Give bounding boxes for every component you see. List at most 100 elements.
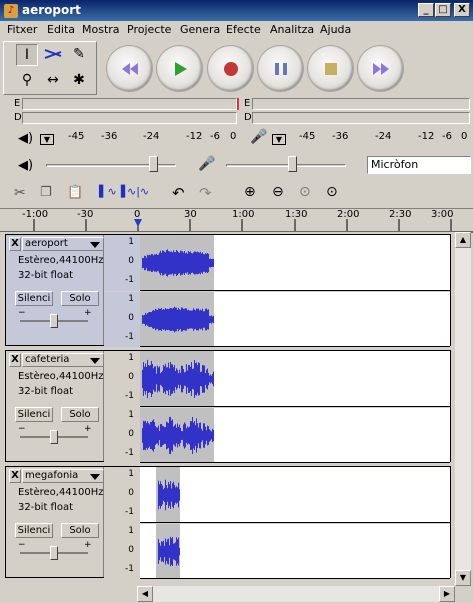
solo-button[interactable]: Solo (61, 407, 99, 422)
tools-toolbar: I ✎ ⚲ ↔ ✱ (3, 41, 97, 95)
track-aeroport[interactable]: X aeroport Estèreo,44100Hz 32-bit float … (5, 234, 451, 347)
microphone-icon[interactable]: 🎤 (250, 129, 267, 145)
silence-icon[interactable]: ∿|∿ (127, 185, 149, 198)
trim-icon[interactable]: ▌∿▐ (99, 185, 125, 198)
vertical-scrollbar[interactable]: ▲ ▼ (455, 232, 471, 586)
vertical-ruler: 1 0 -1 (104, 467, 140, 523)
menu-bar: Fitxer Edita Mostra Projecte Genera Efec… (0, 21, 473, 40)
play-scale-tick: -45 (68, 131, 85, 142)
waveform-channel-right[interactable] (140, 524, 450, 579)
skip-end-button[interactable] (358, 46, 403, 91)
vruler-tick: -1 (125, 507, 134, 517)
mute-button[interactable]: Silenci (15, 291, 53, 306)
record-button[interactable] (208, 46, 253, 91)
menu-mostra[interactable]: Mostra (82, 23, 120, 36)
track-close-button[interactable]: X (9, 353, 21, 367)
play-scale-tick: -12 (186, 131, 203, 142)
fit-project-icon[interactable]: ⊙ (326, 184, 338, 200)
redo-icon[interactable]: ↷ (199, 184, 212, 202)
timeline-tick-label: -1:00 (22, 209, 49, 220)
cut-icon[interactable]: ✂ (14, 185, 26, 201)
timeline-tick-label: 0 (134, 209, 141, 220)
vruler-tick: 1 (128, 353, 134, 363)
menu-edita[interactable]: Edita (47, 23, 75, 36)
track-name-menu[interactable]: megafonia (22, 469, 104, 483)
scroll-left-icon[interactable]: ◀ (137, 586, 153, 602)
play-button[interactable] (157, 46, 202, 91)
track-cafeteria[interactable]: X cafeteria Estèreo,44100Hz 32-bit float… (5, 350, 451, 463)
rec-meter-menu-icon[interactable]: ▼ (272, 134, 286, 145)
play-scale-tick: 0 (230, 131, 237, 142)
close-button[interactable]: X (454, 3, 470, 17)
selection-tool-icon[interactable]: I (16, 44, 38, 66)
waveform-channel-right[interactable] (140, 292, 450, 347)
timeshift-tool-icon[interactable]: ↔ (42, 70, 64, 92)
track-name-menu[interactable]: cafeteria (22, 353, 104, 367)
vertical-ruler: 1 0 -1 (104, 235, 140, 291)
mixer-toolbar: ◀) 🎤 Micròfon (0, 152, 473, 180)
envelope-tool-icon[interactable] (42, 44, 64, 66)
pause-button[interactable] (258, 46, 303, 91)
menu-ajuda[interactable]: Ajuda (320, 23, 351, 36)
play-meter-right-label: D (14, 112, 22, 123)
vruler-tick: 0 (128, 256, 134, 266)
maximize-button[interactable]: □ (435, 3, 451, 17)
scroll-down-icon[interactable]: ▼ (455, 570, 471, 586)
draw-tool-icon[interactable]: ✎ (68, 44, 90, 66)
vruler-tick: -1 (125, 332, 134, 342)
mute-button[interactable]: Silenci (15, 407, 53, 422)
multi-tool-icon[interactable]: ✱ (68, 70, 90, 92)
menu-analitza[interactable]: Analitza (270, 23, 314, 36)
track-control-panel[interactable]: X cafeteria Estèreo,44100Hz 32-bit float… (6, 351, 104, 461)
track-close-button[interactable]: X (9, 237, 21, 251)
minimize-button[interactable]: _ (418, 3, 434, 17)
track-bits: 32-bit float (18, 502, 74, 513)
scroll-right-icon[interactable]: ▶ (439, 586, 455, 602)
horizontal-scrollbar[interactable]: ◀ ▶ (137, 586, 455, 602)
input-source-select[interactable]: Micròfon (367, 156, 471, 174)
solo-button[interactable]: Solo (61, 523, 99, 538)
waveform-channel-left[interactable] (140, 235, 450, 291)
menu-efecte[interactable]: Efecte (226, 23, 261, 36)
copy-icon[interactable]: ❐ (40, 185, 52, 200)
menu-projecte[interactable]: Projecte (127, 23, 171, 36)
scroll-up-icon[interactable]: ▲ (455, 232, 471, 248)
vruler-tick: 0 (128, 488, 134, 498)
waveform-channel-right[interactable] (140, 408, 450, 463)
track-close-button[interactable]: X (9, 469, 21, 483)
track-format: Estèreo,44100Hz (18, 255, 104, 266)
track-control-panel[interactable]: X megafonia Estèreo,44100Hz 32-bit float… (6, 467, 104, 577)
zoom-in-icon[interactable]: ⊕ (244, 184, 256, 200)
menu-fitxer[interactable]: Fitxer (7, 23, 37, 36)
zoom-tool-icon[interactable]: ⚲ (16, 70, 38, 92)
track-control-panel[interactable]: X aeroport Estèreo,44100Hz 32-bit float … (6, 235, 104, 345)
solo-button[interactable]: Solo (61, 291, 99, 306)
gain-slider[interactable] (50, 314, 58, 328)
waveform-channel-left[interactable] (140, 467, 450, 523)
track-name-menu[interactable]: aeroport (22, 237, 104, 251)
gain-plus-label: + (84, 424, 92, 434)
menu-genera[interactable]: Genera (180, 23, 220, 36)
rec-meter-right (252, 112, 470, 124)
paste-icon[interactable]: 📋 (67, 185, 83, 200)
gain-slider[interactable] (50, 546, 58, 560)
timeline-tick-label: 2:30 (389, 209, 412, 220)
timeline-ruler[interactable]: -1:00 -30 0 30 1:00 1:30 2:00 2:30 3:00 (0, 208, 473, 233)
output-volume-slider[interactable] (148, 156, 158, 172)
undo-icon[interactable]: ↶ (172, 184, 185, 202)
speaker-icon[interactable]: ◀) (18, 131, 33, 146)
mute-button[interactable]: Silenci (15, 523, 53, 538)
gain-slider[interactable] (50, 430, 58, 444)
gain-minus-label: − (18, 308, 26, 318)
play-meter-menu-icon[interactable]: ▼ (40, 134, 54, 145)
stop-button[interactable] (308, 46, 353, 91)
waveform (142, 249, 214, 277)
track-megafonia[interactable]: X megafonia Estèreo,44100Hz 32-bit float… (5, 466, 451, 579)
timeline-tick-label: 2:00 (337, 209, 360, 220)
waveform-channel-left[interactable] (140, 351, 450, 407)
zoom-out-icon[interactable]: ⊖ (272, 184, 284, 200)
fit-selection-icon[interactable]: ⊙ (299, 184, 311, 200)
skip-start-button[interactable] (107, 46, 152, 91)
rec-scale-tick: -6 (442, 131, 452, 142)
input-volume-slider[interactable] (288, 156, 297, 172)
